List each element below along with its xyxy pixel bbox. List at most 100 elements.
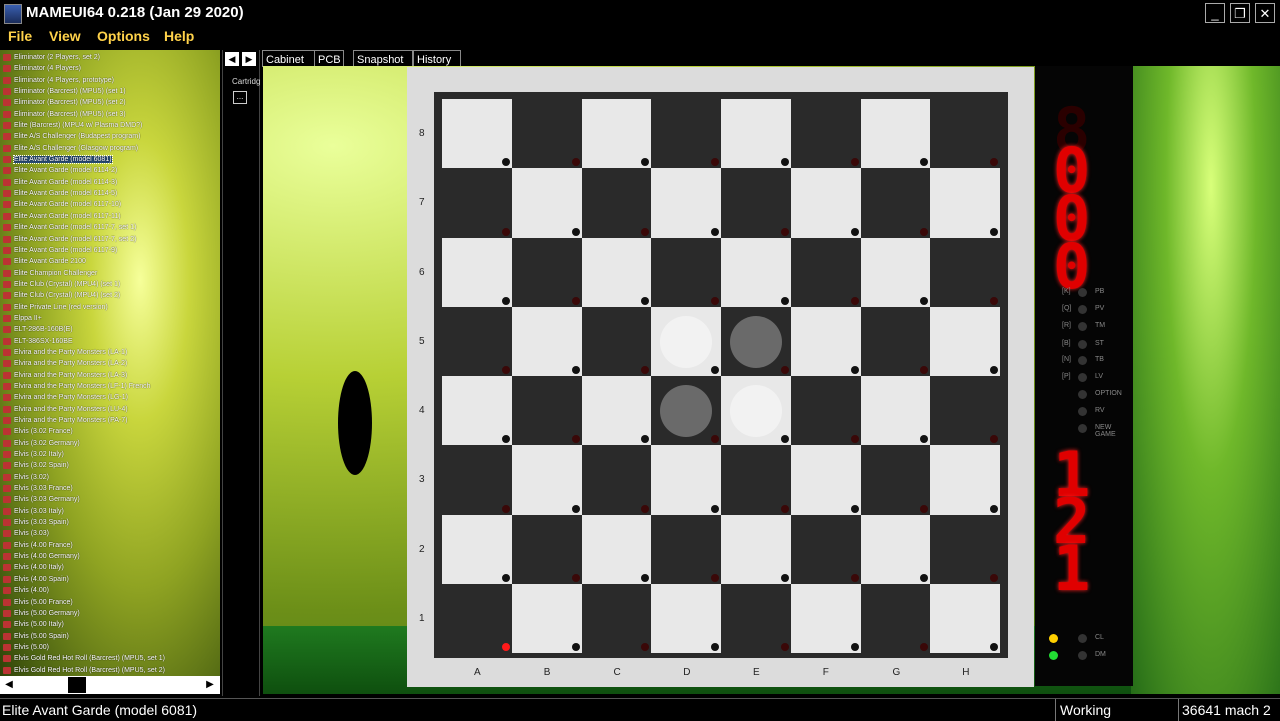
game-list-item[interactable]: Elvis (5.00 Germany) [0, 608, 220, 619]
square-c5[interactable] [581, 306, 652, 376]
black-piece[interactable] [660, 385, 713, 437]
game-list-item[interactable]: Elvis (3.02 Germany) [0, 438, 220, 449]
game-list-item[interactable]: Elvis (3.03 Italy) [0, 506, 220, 517]
square-h6[interactable] [930, 237, 1000, 307]
game-list-item[interactable]: Elvira and the Party Monsters (LF-1) Fre… [0, 381, 220, 392]
function-label[interactable]: OPTION [1095, 390, 1131, 397]
square-c2[interactable] [581, 514, 652, 584]
game-list-item[interactable]: Elvis Gold Red Hot Roll (Barcrest) (MPU5… [0, 665, 220, 676]
game-list-item[interactable]: Elvis (5.00 Italy) [0, 619, 220, 630]
square-f8[interactable] [790, 99, 861, 169]
square-a1[interactable] [442, 583, 512, 653]
square-f6[interactable] [790, 237, 861, 307]
game-list-item[interactable]: Elvira and the Party Monsters (LA-3) [0, 370, 220, 381]
square-a6[interactable] [442, 237, 512, 307]
game-list-item[interactable]: Elvis (4.00 Spain) [0, 574, 220, 585]
game-list-item[interactable]: Eliminator (4 Players) [0, 63, 220, 74]
scroll-right-arrow-icon[interactable]: ▶ [203, 678, 217, 692]
game-list-item[interactable]: Elvis (3.02 Italy) [0, 449, 220, 460]
game-list-item[interactable]: Elite Club (Crystal) (MPU4) (set 1) [0, 279, 220, 290]
square-g5[interactable] [860, 306, 931, 376]
square-h1[interactable] [930, 583, 1000, 653]
square-b4[interactable] [511, 376, 582, 446]
game-list-item[interactable]: Elvis (5.00) [0, 642, 220, 653]
square-g3[interactable] [860, 445, 931, 515]
square-f3[interactable] [790, 445, 861, 515]
square-g6[interactable] [860, 237, 931, 307]
square-h2[interactable] [930, 514, 1000, 584]
scroll-left-arrow-icon[interactable]: ◀ [2, 678, 16, 692]
square-e2[interactable] [721, 514, 791, 584]
square-e7[interactable] [721, 168, 791, 238]
square-g7[interactable] [860, 168, 931, 238]
game-list-item[interactable]: Elite Avant Garde (model 6117-11) [0, 211, 220, 222]
function-label[interactable]: RV [1095, 407, 1131, 414]
game-list-item[interactable]: Elvis (4.00) [0, 585, 220, 596]
square-f4[interactable] [790, 376, 861, 446]
game-list-item[interactable]: Elvis (3.03 Germany) [0, 494, 220, 505]
white-piece[interactable] [730, 385, 782, 437]
square-a8[interactable] [442, 99, 512, 169]
square-d8[interactable] [651, 99, 721, 169]
square-g4[interactable] [860, 376, 931, 446]
square-g8[interactable] [860, 99, 931, 169]
menu-file[interactable]: File [8, 28, 32, 44]
square-f2[interactable] [790, 514, 861, 584]
horizontal-scrollbar[interactable]: ◀ ▶ [0, 676, 220, 694]
square-h5[interactable] [930, 306, 1000, 376]
square-c3[interactable] [581, 445, 652, 515]
game-list-item[interactable]: Elite Club (Crystal) (MPU4) (set 2) [0, 290, 220, 301]
square-a7[interactable] [442, 168, 512, 238]
square-d2[interactable] [651, 514, 721, 584]
square-e6[interactable] [721, 237, 791, 307]
game-list-item[interactable]: Elite Avant Garde (model 6117-7, set 2) [0, 234, 220, 245]
game-list-item[interactable]: Eliminator (2 Players, set 2) [0, 52, 220, 63]
game-list[interactable]: Eliminator (2 Players, set 2) Eliminator … [0, 52, 220, 676]
game-list-item[interactable]: Elite (Barcrest) (MPU4 w/ Plasma DMD?) [0, 120, 220, 131]
square-c8[interactable] [581, 99, 652, 169]
square-b5[interactable] [511, 306, 582, 376]
square-f1[interactable] [790, 583, 861, 653]
function-label[interactable]: LV [1095, 373, 1131, 380]
square-a5[interactable] [442, 306, 512, 376]
square-b3[interactable] [511, 445, 582, 515]
square-h8[interactable] [930, 99, 1000, 169]
game-list-item[interactable]: Elvis (4.00 France) [0, 540, 220, 551]
square-a3[interactable] [442, 445, 512, 515]
game-list-item[interactable]: Elvis (4.00 Italy) [0, 562, 220, 573]
square-d7[interactable] [651, 168, 721, 238]
game-list-item[interactable]: Eliminator (4 Players, prototype) [0, 75, 220, 86]
square-c1[interactable] [581, 583, 652, 653]
square-d3[interactable] [651, 445, 721, 515]
game-list-item[interactable]: Elite Avant Garde (model 6117-9) [0, 245, 220, 256]
function-label[interactable]: DM [1095, 651, 1106, 658]
minimize-button[interactable]: _ [1205, 3, 1225, 23]
function-label[interactable]: PB [1095, 288, 1131, 295]
game-list-item[interactable]: Elvira and the Party Monsters (LA-2) [0, 358, 220, 369]
game-list-item[interactable]: Elvis (5.00 Spain) [0, 631, 220, 642]
game-list-item[interactable]: Elite Champion Challenger [0, 268, 220, 279]
game-list-item[interactable]: Elite Avant Garde (model 6114-2) [0, 165, 220, 176]
game-list-item[interactable]: Elvis (3.02) [0, 472, 220, 483]
game-list-item[interactable]: Elite A/S Challenger (Budapest program) [0, 131, 220, 142]
scroll-thumb[interactable] [68, 677, 86, 693]
square-e3[interactable] [721, 445, 791, 515]
function-label[interactable]: TM [1095, 322, 1131, 329]
square-c4[interactable] [581, 376, 652, 446]
game-list-item[interactable]: Elite Avant Garde (model 6114-3) [0, 177, 220, 188]
square-f5[interactable] [790, 306, 861, 376]
white-piece[interactable] [660, 315, 713, 368]
game-list-item[interactable]: Elvis (4.00 Germany) [0, 551, 220, 562]
square-c6[interactable] [581, 237, 652, 307]
square-b7[interactable] [511, 168, 582, 238]
square-f7[interactable] [790, 168, 861, 238]
square-c7[interactable] [581, 168, 652, 238]
game-list-item[interactable]: Elvira and the Party Monsters (LU-4) [0, 404, 220, 415]
game-list-item[interactable]: Elvira and the Party Monsters (LA-1) [0, 347, 220, 358]
game-list-item[interactable]: Elvira and the Party Monsters (LG-1) [0, 392, 220, 403]
close-button[interactable]: ✕ [1255, 3, 1275, 23]
game-list-item[interactable]: Elppa II+ [0, 313, 220, 324]
function-label[interactable]: CL [1095, 634, 1104, 641]
game-list-item[interactable]: ELT-386SX-160BE [0, 336, 220, 347]
game-list-item[interactable]: ELT-286B-160B(E) [0, 324, 220, 335]
